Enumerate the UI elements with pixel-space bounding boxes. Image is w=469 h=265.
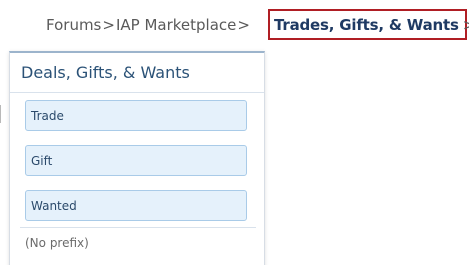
breadcrumb-forums-link[interactable]: Forums	[46, 16, 101, 34]
menu-divider	[20, 227, 256, 228]
prefix-option-wanted[interactable]: Wanted	[25, 190, 247, 221]
prefix-option-gift[interactable]: Gift	[25, 145, 247, 176]
breadcrumb-separator: >	[462, 15, 469, 34]
breadcrumb-separator: >	[237, 16, 250, 34]
breadcrumb: Forums > IAP Marketplace >	[46, 14, 251, 36]
breadcrumb-separator: >	[102, 16, 115, 34]
divider	[0, 105, 1, 123]
breadcrumb-current-forum[interactable]: Trades, Gifts, & Wants	[274, 16, 459, 34]
breadcrumb-current-highlight[interactable]: Trades, Gifts, & Wants >	[268, 9, 469, 40]
prefix-dropdown-menu: Deals, Gifts, & Wants Trade Gift Wanted …	[9, 51, 265, 265]
prefix-group-title: Deals, Gifts, & Wants	[10, 53, 264, 93]
breadcrumb-iap-marketplace-link[interactable]: IAP Marketplace	[116, 16, 236, 34]
page: Forums > IAP Marketplace > Trades, Gifts…	[0, 0, 469, 265]
no-prefix-option[interactable]: (No prefix)	[25, 236, 89, 250]
prefix-option-trade[interactable]: Trade	[25, 100, 247, 131]
